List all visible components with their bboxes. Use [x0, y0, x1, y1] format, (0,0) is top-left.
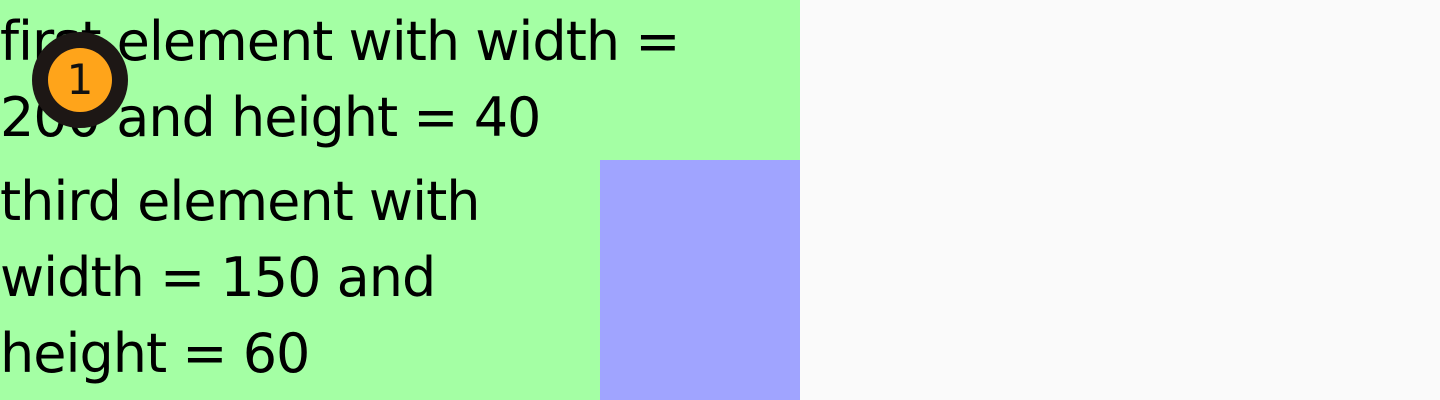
- second-element-block: [600, 160, 800, 400]
- step-badge-number: 1: [48, 48, 112, 112]
- third-element-label: third element with width = 150 and heigh…: [0, 170, 481, 385]
- step-badge: 1: [32, 32, 128, 128]
- layout-stage: first element with width = 200 and heigh…: [0, 0, 1440, 400]
